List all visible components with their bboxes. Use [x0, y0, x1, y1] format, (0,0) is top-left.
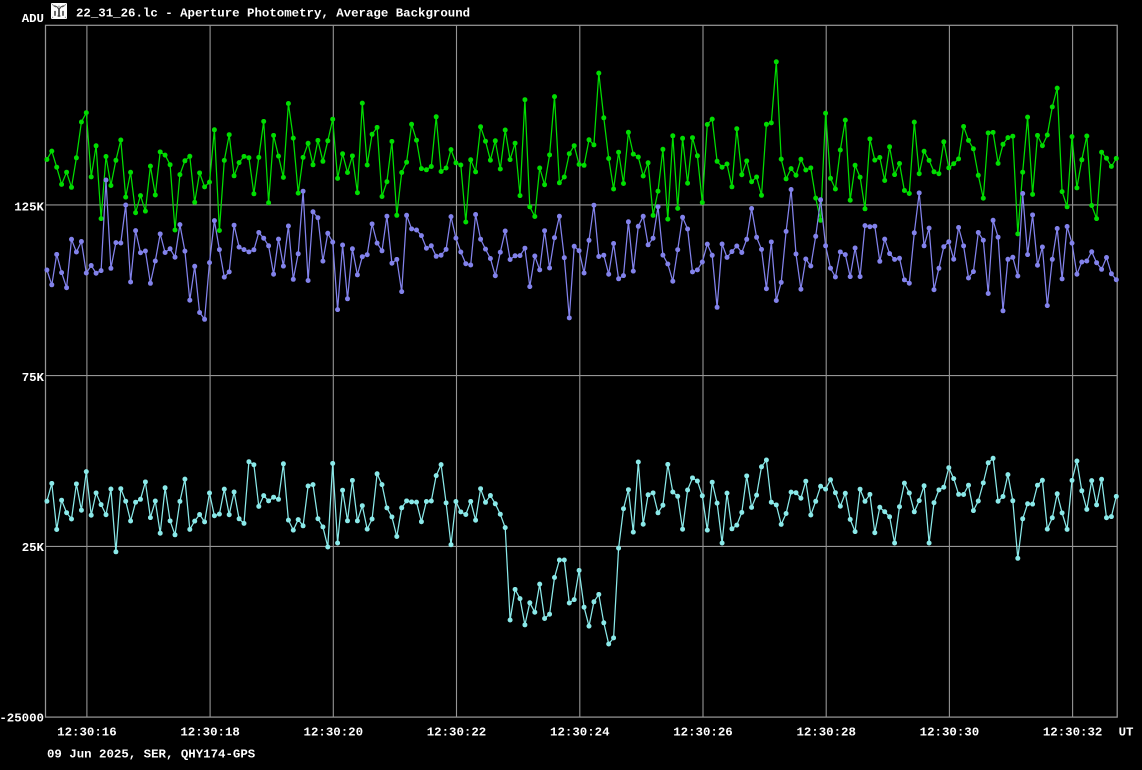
svg-text:ADU: ADU [22, 12, 44, 26]
svg-text:12:30:30: 12:30:30 [920, 725, 980, 739]
svg-text:12:30:16: 12:30:16 [57, 725, 117, 739]
svg-text:UT: UT [1119, 725, 1134, 739]
svg-text:09 Jun 2025, SER, QHY174-GPS: 09 Jun 2025, SER, QHY174-GPS [47, 748, 256, 762]
svg-text:12:30:26: 12:30:26 [673, 725, 733, 739]
svg-text:75K: 75K [22, 371, 45, 385]
svg-text:12:30:20: 12:30:20 [304, 725, 364, 739]
svg-text:25K: 25K [22, 541, 45, 555]
svg-text:12:30:22: 12:30:22 [427, 725, 487, 739]
svg-text:12:30:18: 12:30:18 [180, 725, 240, 739]
svg-text:22_31_26.lc - Aperture Photome: 22_31_26.lc - Aperture Photometry, Avera… [76, 7, 470, 21]
svg-text:125K: 125K [14, 200, 44, 214]
svg-text:12:30:24: 12:30:24 [550, 725, 610, 739]
svg-text:12:30:32: 12:30:32 [1043, 725, 1103, 739]
svg-text:12:30:28: 12:30:28 [796, 725, 856, 739]
svg-text:-25000: -25000 [0, 712, 44, 726]
